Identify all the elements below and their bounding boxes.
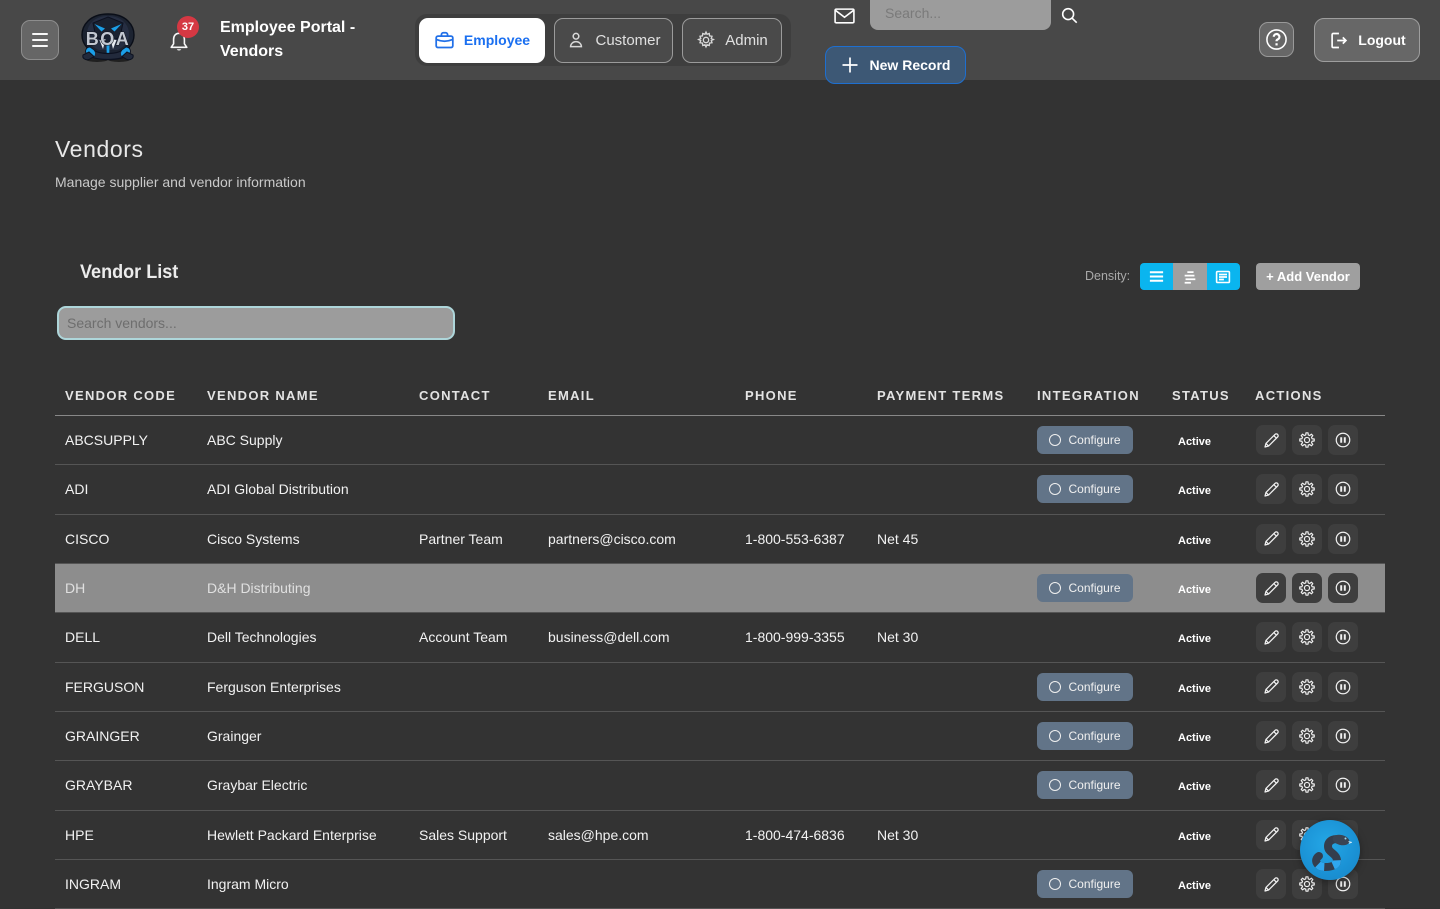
svg-text:BOA: BOA xyxy=(86,29,131,49)
